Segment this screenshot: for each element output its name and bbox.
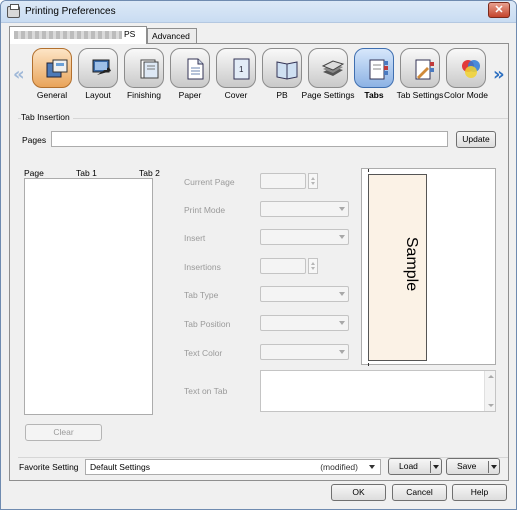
tab-ps[interactable]: PS	[9, 26, 147, 44]
clear-button[interactable]: Clear	[25, 424, 102, 441]
paper-icon	[170, 48, 210, 88]
general-icon	[32, 48, 72, 88]
chevron-down-icon	[339, 235, 345, 239]
print-mode-label: Print Mode	[184, 205, 226, 215]
scroll-left-icon[interactable]: «	[13, 64, 25, 85]
insert-dropdown[interactable]	[260, 229, 349, 245]
list-header-tab2: Tab 2	[139, 168, 160, 178]
title-bar: Printing Preferences ✕	[1, 1, 516, 23]
tabs-icon	[354, 48, 394, 88]
cancel-button[interactable]: Cancel	[392, 484, 447, 501]
tab-position-label: Tab Position	[184, 319, 231, 329]
text-on-tab-input[interactable]	[260, 370, 496, 412]
insertions-label: Insertions	[184, 262, 221, 272]
redacted-printer-name	[14, 30, 122, 39]
preview-sample-text: Sample	[403, 236, 420, 292]
preview-tab-sheet: Sample	[368, 174, 427, 361]
cover-icon: 1	[216, 48, 256, 88]
group-divider	[18, 118, 508, 119]
tab-advanced[interactable]: Advanced	[147, 28, 197, 44]
window-title: Printing Preferences	[25, 6, 116, 17]
tab-preview: Sample	[361, 168, 496, 366]
printing-preferences-window: Printing Preferences ✕ PS Advanced « Gen…	[0, 0, 517, 510]
save-button[interactable]: Save	[446, 458, 500, 475]
current-page-label: Current Page	[184, 177, 235, 187]
group-label-tab-insertion: Tab Insertion	[21, 112, 73, 122]
tab-type-label: Tab Type	[184, 290, 219, 300]
chevron-down-icon	[339, 350, 345, 354]
chevron-down-icon	[339, 292, 345, 296]
list-header-page: Page	[24, 168, 44, 178]
print-mode-dropdown[interactable]	[260, 201, 349, 217]
chevron-down-icon[interactable]	[491, 465, 497, 469]
favorite-setting-value: Default Settings	[90, 462, 151, 472]
insert-label: Insert	[184, 233, 206, 243]
function-ribbon: « General Layout Finishing Paper 1 Cover…	[10, 44, 508, 106]
chevron-down-icon	[339, 321, 345, 325]
chevron-down-icon	[339, 207, 345, 211]
close-button[interactable]: ✕	[488, 2, 510, 18]
pb-icon	[262, 48, 302, 88]
insertions-spinner[interactable]	[308, 258, 318, 274]
layout-icon	[78, 48, 118, 88]
svg-text:1: 1	[239, 65, 244, 74]
ok-button[interactable]: OK	[331, 484, 386, 501]
text-color-dropdown[interactable]	[260, 344, 349, 360]
text-color-label: Text Color	[184, 348, 223, 358]
favorite-setting-label: Favorite Setting	[19, 462, 79, 472]
text-on-tab-label: Text on Tab	[184, 386, 228, 396]
tab-list[interactable]	[24, 178, 153, 415]
help-button[interactable]: Help	[452, 484, 507, 501]
favorite-setting-dropdown[interactable]: Default Settings (modified)	[85, 459, 381, 475]
scroll-right-icon[interactable]: »	[493, 64, 505, 85]
finishing-icon	[124, 48, 164, 88]
update-button[interactable]: Update	[456, 131, 496, 148]
tab-settings-icon	[400, 48, 440, 88]
printer-icon	[7, 4, 20, 18]
favorite-modified-state: (modified)	[320, 462, 358, 472]
current-page-field[interactable]	[260, 173, 306, 189]
current-page-spinner[interactable]	[308, 173, 318, 189]
tab-type-dropdown[interactable]	[260, 286, 349, 302]
insertions-field[interactable]	[260, 258, 306, 274]
chevron-down-icon[interactable]	[433, 465, 439, 469]
ribbon-item-color-mode[interactable]: Color Mode	[442, 48, 490, 106]
pages-label: Pages	[22, 135, 47, 145]
list-header-tab1: Tab 1	[76, 168, 97, 178]
color-mode-icon	[446, 48, 486, 88]
pages-input[interactable]	[51, 131, 448, 147]
page-settings-icon	[308, 48, 348, 88]
tab-position-dropdown[interactable]	[260, 315, 349, 331]
text-scrollbar[interactable]	[484, 371, 495, 411]
settings-panel: « General Layout Finishing Paper 1 Cover…	[9, 43, 509, 481]
chevron-down-icon	[369, 465, 375, 469]
load-button[interactable]: Load	[388, 458, 442, 475]
